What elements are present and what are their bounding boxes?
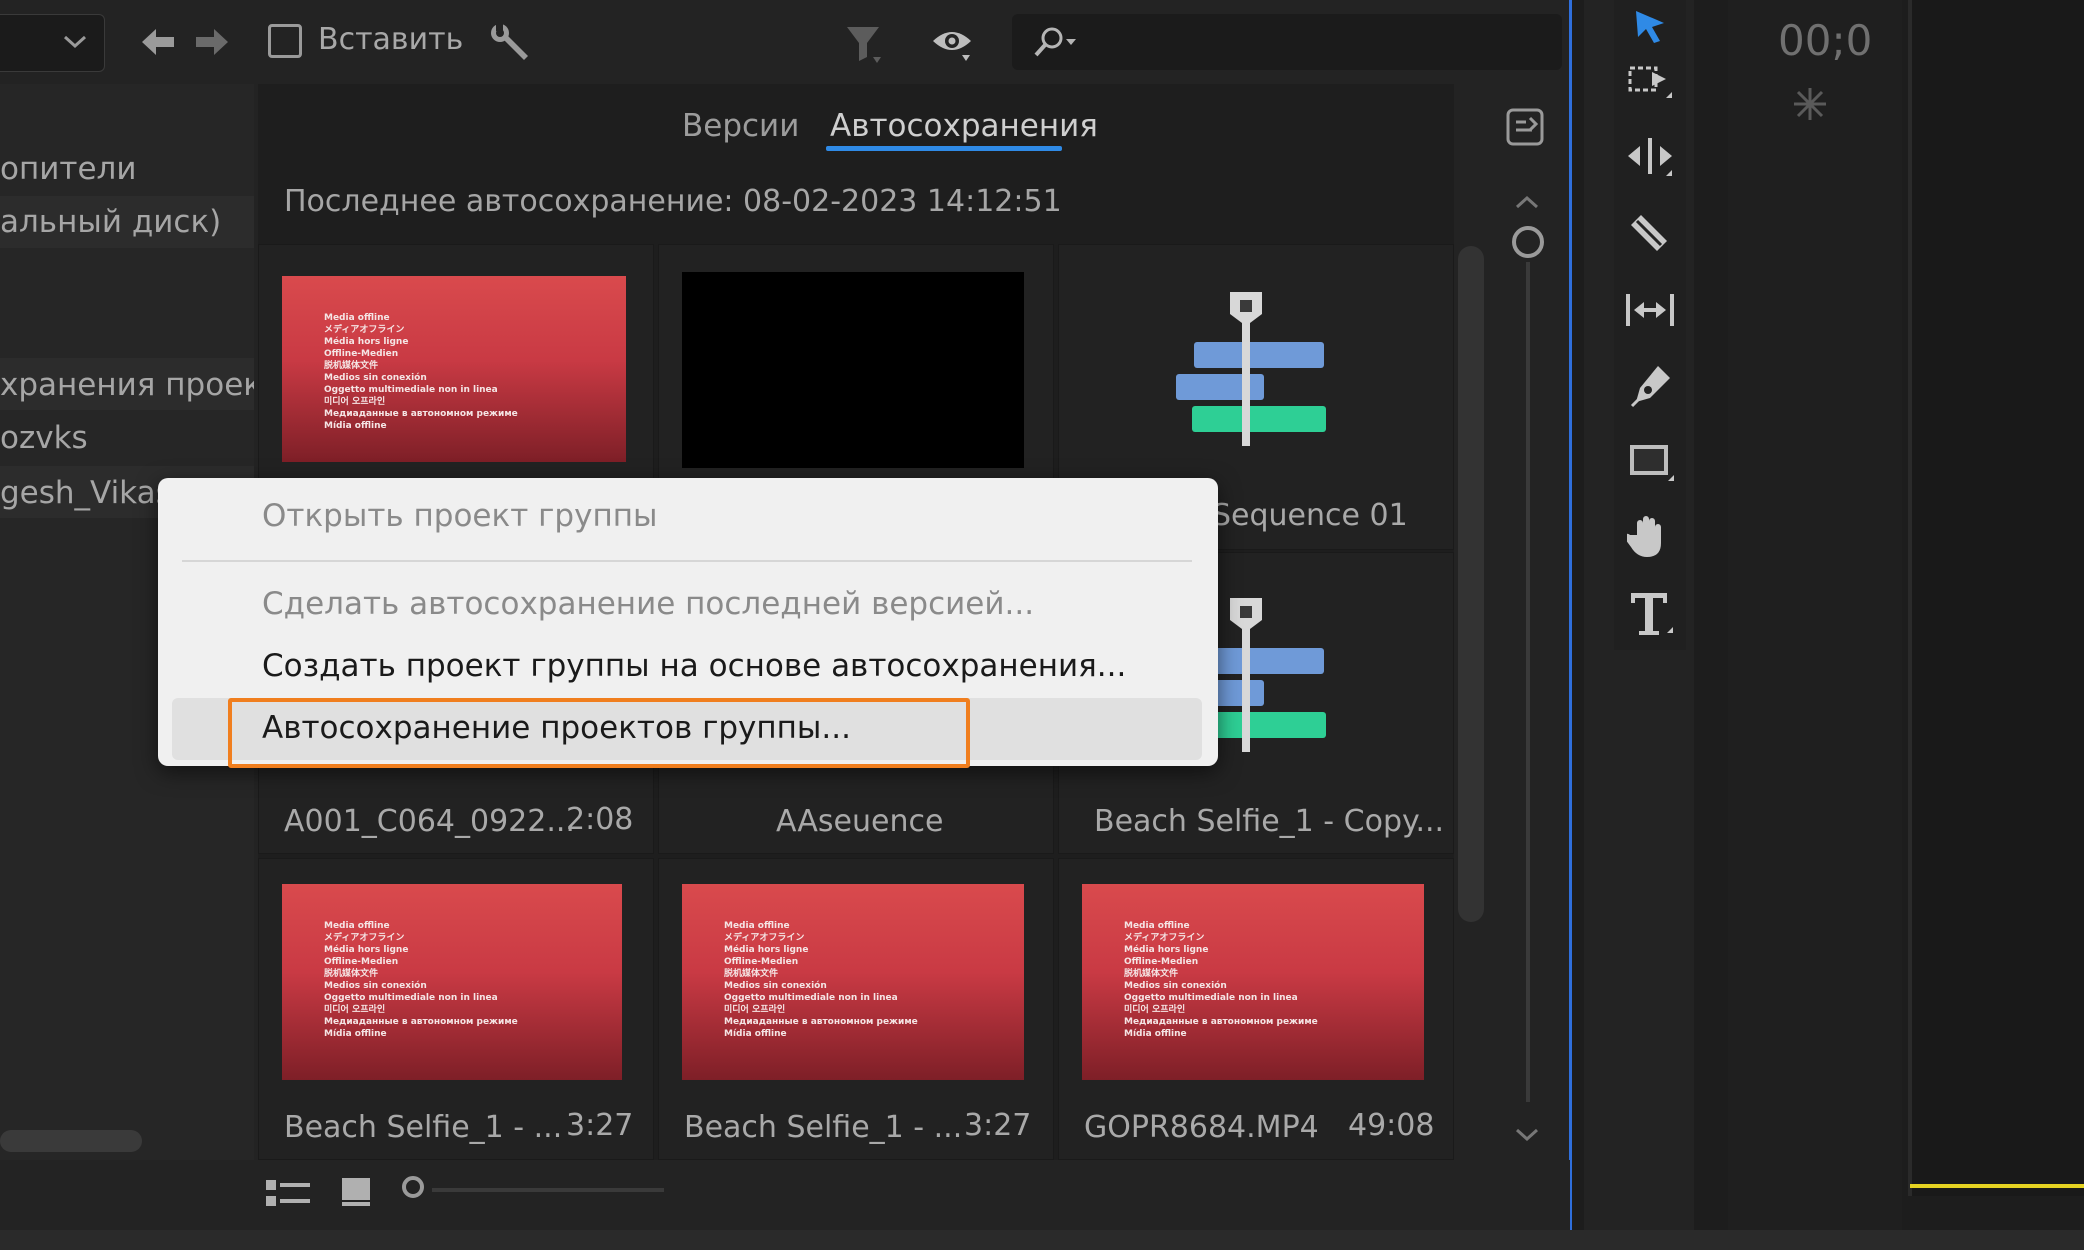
selection-tool-icon[interactable] bbox=[1622, 0, 1678, 56]
track-select-tool-icon[interactable] bbox=[1622, 54, 1678, 110]
tile-name: Beach Selfie_1 - ... bbox=[284, 1110, 563, 1145]
timecode-display[interactable]: 00;0 bbox=[1778, 16, 1872, 65]
media-offline-thumbnail: Media offline メディアオフライン Média hors ligne Of… bbox=[282, 884, 622, 1080]
search-input[interactable] bbox=[1012, 14, 1562, 70]
list-view-icon[interactable] bbox=[266, 1178, 312, 1208]
menu-item-open-team-project[interactable]: Открыть проект группы bbox=[262, 498, 657, 534]
active-tab-indicator bbox=[826, 146, 1062, 151]
arrow-left-icon[interactable] bbox=[136, 20, 180, 64]
tile-name: A001_C064_0922... bbox=[284, 804, 575, 839]
link-media-icon[interactable] bbox=[1504, 106, 1548, 150]
last-autosave-label: Последнее автосохранение: 08-02-2023 14:… bbox=[284, 184, 1062, 219]
tree-item[interactable]: хранения проектов bbox=[0, 360, 254, 410]
tree-item[interactable]: ozvks bbox=[0, 413, 254, 463]
insert-label: Вставить bbox=[318, 22, 464, 57]
tile-name: AAseuence bbox=[776, 804, 944, 839]
tree-item[interactable]: альный диск) bbox=[0, 197, 254, 247]
zoom-slider-knob[interactable] bbox=[1512, 226, 1544, 258]
chevron-down-icon[interactable] bbox=[50, 20, 100, 64]
panel-footer bbox=[254, 1160, 1570, 1230]
status-strip bbox=[0, 1230, 2084, 1250]
slip-tool-icon[interactable] bbox=[1622, 282, 1678, 338]
tree-item[interactable]: опители bbox=[0, 144, 254, 194]
tile-name: Beach Selfie_1 - Copy... bbox=[1094, 804, 1445, 839]
annotation-highlight-box bbox=[228, 698, 970, 768]
media-offline-thumbnail: Media offline メディアオフライン Média hors ligne Of… bbox=[282, 276, 626, 462]
snap-icon[interactable] bbox=[1790, 84, 1830, 124]
zoom-slider-track[interactable] bbox=[1526, 262, 1530, 1102]
tile-duration: 49:08 bbox=[1348, 1108, 1435, 1143]
tile-duration: 3:27 bbox=[964, 1108, 1032, 1143]
wrench-icon[interactable] bbox=[484, 18, 536, 68]
tile-name: GOPR8684.MP4 bbox=[1084, 1110, 1319, 1145]
footer-zoom-knob[interactable] bbox=[402, 1176, 424, 1198]
timeline-work-area-bar bbox=[1910, 1184, 2084, 1188]
tab-autosaves[interactable]: Автосохранения bbox=[830, 108, 1098, 144]
sequence-icon bbox=[1176, 292, 1326, 446]
menu-separator bbox=[182, 560, 1192, 562]
footer-zoom-track[interactable] bbox=[432, 1188, 664, 1192]
hand-tool-icon[interactable] bbox=[1622, 510, 1678, 566]
ripple-edit-tool-icon[interactable] bbox=[1622, 130, 1678, 186]
razor-tool-icon[interactable] bbox=[1622, 208, 1678, 264]
timeline-track-area[interactable] bbox=[1908, 0, 2084, 1196]
chevron-down-icon[interactable] bbox=[1514, 1126, 1540, 1145]
tile-duration: 3:27 bbox=[566, 1108, 634, 1143]
insert-checkbox[interactable] bbox=[268, 24, 302, 58]
horizontal-scrollbar[interactable] bbox=[0, 1130, 142, 1152]
pen-tool-icon[interactable] bbox=[1622, 358, 1678, 414]
tile-duration: 2:08 bbox=[566, 802, 634, 837]
rectangle-tool-icon[interactable] bbox=[1622, 434, 1678, 490]
tile-name: Beach Selfie_1 - ... bbox=[684, 1110, 963, 1145]
type-tool-icon[interactable] bbox=[1622, 586, 1678, 642]
search-icon[interactable] bbox=[1030, 22, 1084, 62]
tab-versions[interactable]: Версии bbox=[682, 108, 799, 144]
menu-item-make-latest-version[interactable]: Сделать автосохранение последней версией… bbox=[262, 586, 1034, 622]
media-offline-thumbnail: Media offline メディアオフライン Média hors ligne Of… bbox=[1082, 884, 1424, 1080]
arrow-right-icon[interactable] bbox=[190, 20, 234, 64]
icon-view-icon[interactable] bbox=[340, 1176, 372, 1208]
media-offline-thumbnail: Media offline メディアオフライン Média hors ligne Of… bbox=[682, 884, 1024, 1080]
timeline-header-column bbox=[1728, 0, 1902, 1230]
vertical-scrollbar[interactable] bbox=[1458, 246, 1484, 922]
eye-icon[interactable] bbox=[926, 22, 980, 66]
black-thumbnail bbox=[682, 272, 1024, 468]
menu-item-create-from-autosave[interactable]: Создать проект группы на основе автосохр… bbox=[262, 648, 1126, 684]
filter-icon[interactable] bbox=[840, 20, 890, 68]
tile-name: Sequence 01 bbox=[1212, 498, 1408, 533]
chevron-up-icon[interactable] bbox=[1514, 194, 1540, 213]
